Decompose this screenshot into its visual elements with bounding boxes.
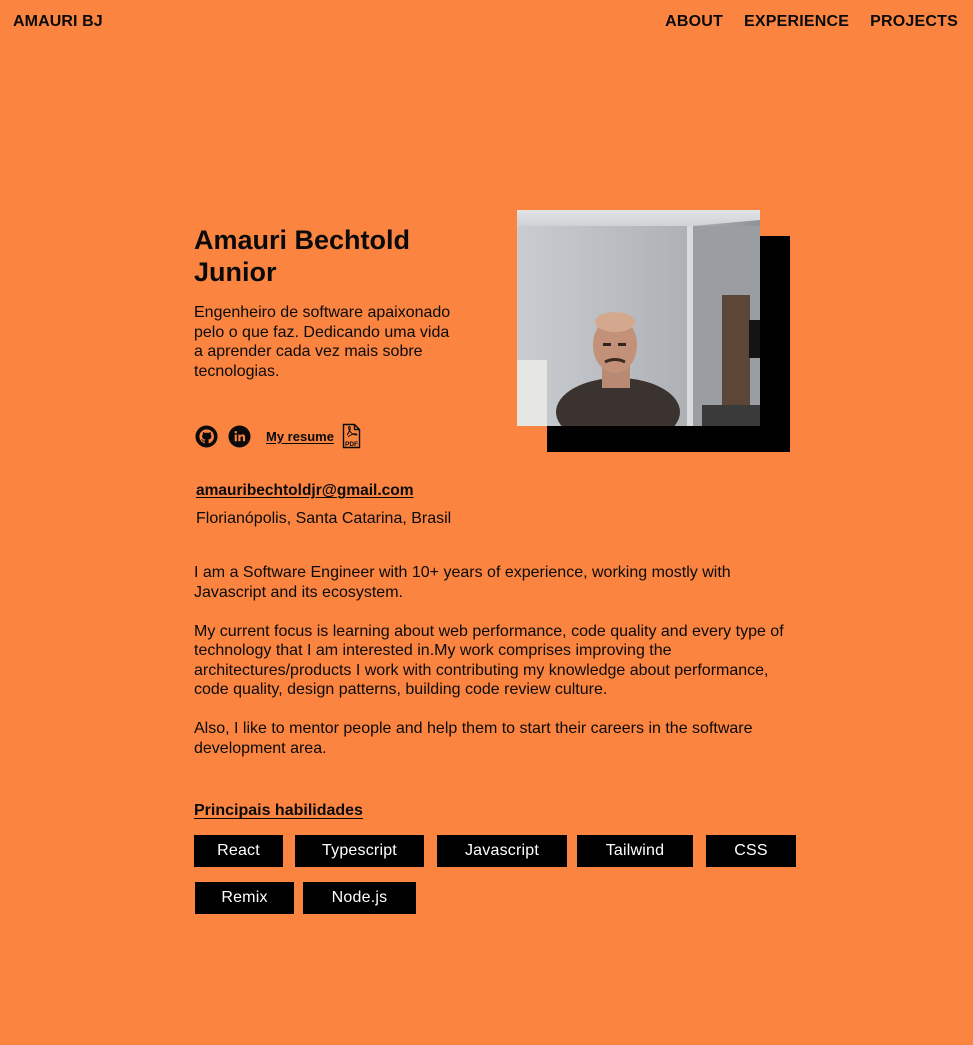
svg-text:PDF: PDF: [345, 441, 358, 448]
profile-photo: [517, 210, 760, 426]
top-nav: AMAURI BJ ABOUT EXPERIENCE PROJECTS: [0, 0, 973, 46]
skill-chip-nodejs: Node.js: [303, 882, 416, 914]
location-text: Florianópolis, Santa Catarina, Brasil: [196, 510, 452, 527]
social-links: My resume PDF: [194, 423, 362, 449]
hero-name: Amauri Bechtold Junior: [194, 225, 411, 287]
skills-title: Principais habilidades: [194, 802, 363, 819]
github-icon[interactable]: [194, 424, 218, 448]
email-link[interactable]: amauribechtoldjr@gmail.com: [196, 482, 414, 500]
skill-chip-react: React: [194, 835, 283, 867]
nav-link-experience[interactable]: EXPERIENCE: [744, 13, 849, 31]
about-paragraph: My current focus is learning about web p…: [194, 622, 784, 699]
skill-chip-remix: Remix: [195, 882, 294, 914]
linkedin-icon[interactable]: [227, 424, 251, 448]
about-paragraph: I am a Software Engineer with 10+ years …: [194, 564, 731, 601]
brand-link[interactable]: AMAURI BJ: [13, 13, 103, 31]
about-section: I am a Software Engineer with 10+ years …: [194, 563, 794, 778]
skill-chip-css: CSS: [706, 835, 796, 867]
skill-chip-tailwind: Tailwind: [577, 835, 693, 867]
resume-link[interactable]: My resume: [266, 429, 334, 444]
skill-chip-javascript: Javascript: [437, 835, 567, 867]
nav-links: ABOUT EXPERIENCE PROJECTS: [665, 13, 958, 31]
nav-link-about[interactable]: ABOUT: [665, 13, 723, 31]
about-paragraph: Also, I like to mentor people and help t…: [194, 720, 753, 757]
hero-tagline: Engenheiro de software apaixonado pelo o…: [194, 304, 451, 380]
nav-link-projects[interactable]: PROJECTS: [870, 13, 958, 31]
pdf-icon[interactable]: PDF: [342, 423, 362, 449]
skill-chip-typescript: Typescript: [295, 835, 424, 867]
